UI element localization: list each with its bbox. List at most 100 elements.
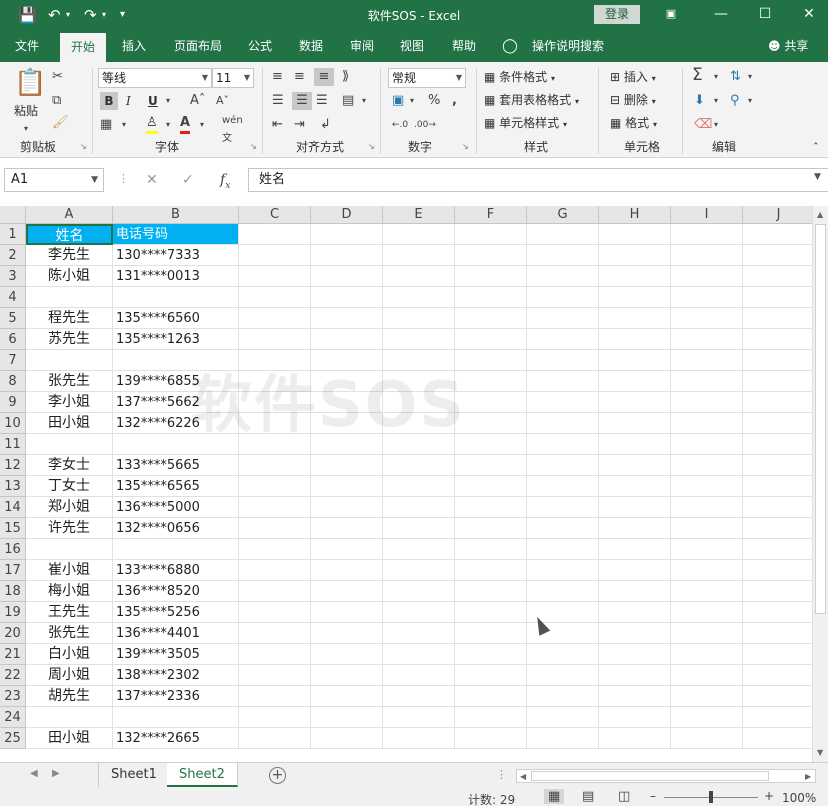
scroll-thumb[interactable] <box>815 224 826 614</box>
cell-empty[interactable] <box>311 329 383 350</box>
cell-empty[interactable] <box>455 686 527 707</box>
cell-name[interactable]: 李先生 <box>26 245 113 266</box>
cell-empty[interactable] <box>311 644 383 665</box>
find-select-icon[interactable]: ⚲ <box>730 92 740 110</box>
cell-empty[interactable] <box>743 476 815 497</box>
bold-button[interactable]: B <box>100 92 118 110</box>
cell-empty[interactable] <box>455 287 527 308</box>
cell-empty[interactable] <box>311 371 383 392</box>
row-header[interactable]: 23 <box>0 686 26 707</box>
cell-empty[interactable] <box>455 308 527 329</box>
find-dropdown-icon[interactable]: ▾ <box>748 92 752 110</box>
row-header[interactable]: 3 <box>0 266 26 287</box>
cell-empty[interactable] <box>671 350 743 371</box>
cell-empty[interactable] <box>743 224 815 245</box>
cell-empty[interactable] <box>527 287 599 308</box>
alignment-launcher-icon[interactable]: ↘ <box>368 142 375 151</box>
add-sheet-icon[interactable]: + <box>269 767 286 784</box>
cell-empty[interactable] <box>383 518 455 539</box>
cell-empty[interactable] <box>527 266 599 287</box>
cell-empty[interactable] <box>527 329 599 350</box>
cell-empty[interactable] <box>599 224 671 245</box>
cell-name[interactable] <box>26 434 113 455</box>
cell-empty[interactable] <box>239 371 311 392</box>
cell-empty[interactable] <box>743 623 815 644</box>
cell-empty[interactable] <box>239 539 311 560</box>
cell-empty[interactable] <box>599 686 671 707</box>
tab-file[interactable]: 文件 <box>4 30 50 62</box>
cell-empty[interactable] <box>527 245 599 266</box>
cell-empty[interactable] <box>671 665 743 686</box>
cell-empty[interactable] <box>743 392 815 413</box>
row-header[interactable]: 10 <box>0 413 26 434</box>
maximize-icon[interactable]: ☐ <box>750 4 780 24</box>
cell-name[interactable]: 周小姐 <box>26 665 113 686</box>
scroll-right-icon[interactable]: ▶ <box>805 772 811 781</box>
cell-empty[interactable] <box>743 266 815 287</box>
cell-empty[interactable] <box>671 623 743 644</box>
page-break-view-icon[interactable]: ◫ <box>618 789 630 804</box>
cell-empty[interactable] <box>671 434 743 455</box>
cell-empty[interactable] <box>383 224 455 245</box>
cell-empty[interactable] <box>311 434 383 455</box>
cell-empty[interactable] <box>311 350 383 371</box>
row-header[interactable]: 9 <box>0 392 26 413</box>
cell-empty[interactable] <box>311 602 383 623</box>
cell-empty[interactable] <box>743 581 815 602</box>
font-launcher-icon[interactable]: ↘ <box>250 142 257 151</box>
font-color-dropdown-icon[interactable]: ▾ <box>200 116 204 134</box>
cell-empty[interactable] <box>311 686 383 707</box>
cell-empty[interactable] <box>311 539 383 560</box>
tab-review[interactable]: 审阅 <box>342 30 382 62</box>
worksheet-grid[interactable]: ABCDEFGHIJ 1 姓名 电话号码 2 李先生 130****7333 3 陈小姐 131… <box>0 206 828 762</box>
cell-empty[interactable] <box>383 245 455 266</box>
scroll-up-icon[interactable]: ▲ <box>817 210 823 219</box>
cell-empty[interactable] <box>527 371 599 392</box>
merge-dropdown-icon[interactable]: ▾ <box>362 92 366 110</box>
cell-empty[interactable] <box>311 245 383 266</box>
cell-empty[interactable] <box>599 392 671 413</box>
cell-empty[interactable] <box>599 707 671 728</box>
decrease-font-icon[interactable]: Aˇ <box>216 92 229 110</box>
cell-empty[interactable] <box>311 266 383 287</box>
cell-empty[interactable] <box>527 728 599 749</box>
cell-empty[interactable] <box>239 518 311 539</box>
cell-empty[interactable] <box>311 707 383 728</box>
cell-empty[interactable] <box>599 308 671 329</box>
select-all-corner[interactable] <box>0 206 26 224</box>
cell-empty[interactable] <box>671 707 743 728</box>
column-header-i[interactable]: I <box>671 206 743 224</box>
cell-empty[interactable] <box>527 497 599 518</box>
cell-empty[interactable] <box>743 665 815 686</box>
sort-dropdown-icon[interactable]: ▾ <box>748 68 752 86</box>
cell-empty[interactable] <box>311 413 383 434</box>
cell-phone[interactable]: 132****6226 <box>113 413 239 434</box>
cell-empty[interactable] <box>383 497 455 518</box>
cell-empty[interactable] <box>671 581 743 602</box>
tab-formulas[interactable]: 公式 <box>240 30 280 62</box>
cell-empty[interactable] <box>599 245 671 266</box>
row-header[interactable]: 19 <box>0 602 26 623</box>
column-header-e[interactable]: E <box>383 206 455 224</box>
cell-empty[interactable] <box>671 371 743 392</box>
cell-empty[interactable] <box>743 602 815 623</box>
cell-empty[interactable] <box>599 623 671 644</box>
cell-empty[interactable] <box>383 434 455 455</box>
column-header-j[interactable]: J <box>743 206 815 224</box>
cell-empty[interactable] <box>743 329 815 350</box>
cell-phone[interactable] <box>113 434 239 455</box>
cell-phone[interactable]: 131****0013 <box>113 266 239 287</box>
paste-dropdown-icon[interactable]: ▾ <box>24 120 28 138</box>
cell-phone[interactable]: 135****5256 <box>113 602 239 623</box>
decrease-indent-icon[interactable]: ⇤ <box>272 116 283 134</box>
cell-empty[interactable] <box>239 287 311 308</box>
cell-empty[interactable] <box>239 476 311 497</box>
cell-empty[interactable] <box>671 455 743 476</box>
cell-empty[interactable] <box>743 455 815 476</box>
format-painter-icon[interactable]: 🖌 <box>52 114 69 132</box>
cell-phone[interactable]: 132****2665 <box>113 728 239 749</box>
cell-empty[interactable] <box>455 644 527 665</box>
cell-phone[interactable]: 135****6560 <box>113 308 239 329</box>
cell-name[interactable]: 丁女士 <box>26 476 113 497</box>
cell-empty[interactable] <box>599 665 671 686</box>
